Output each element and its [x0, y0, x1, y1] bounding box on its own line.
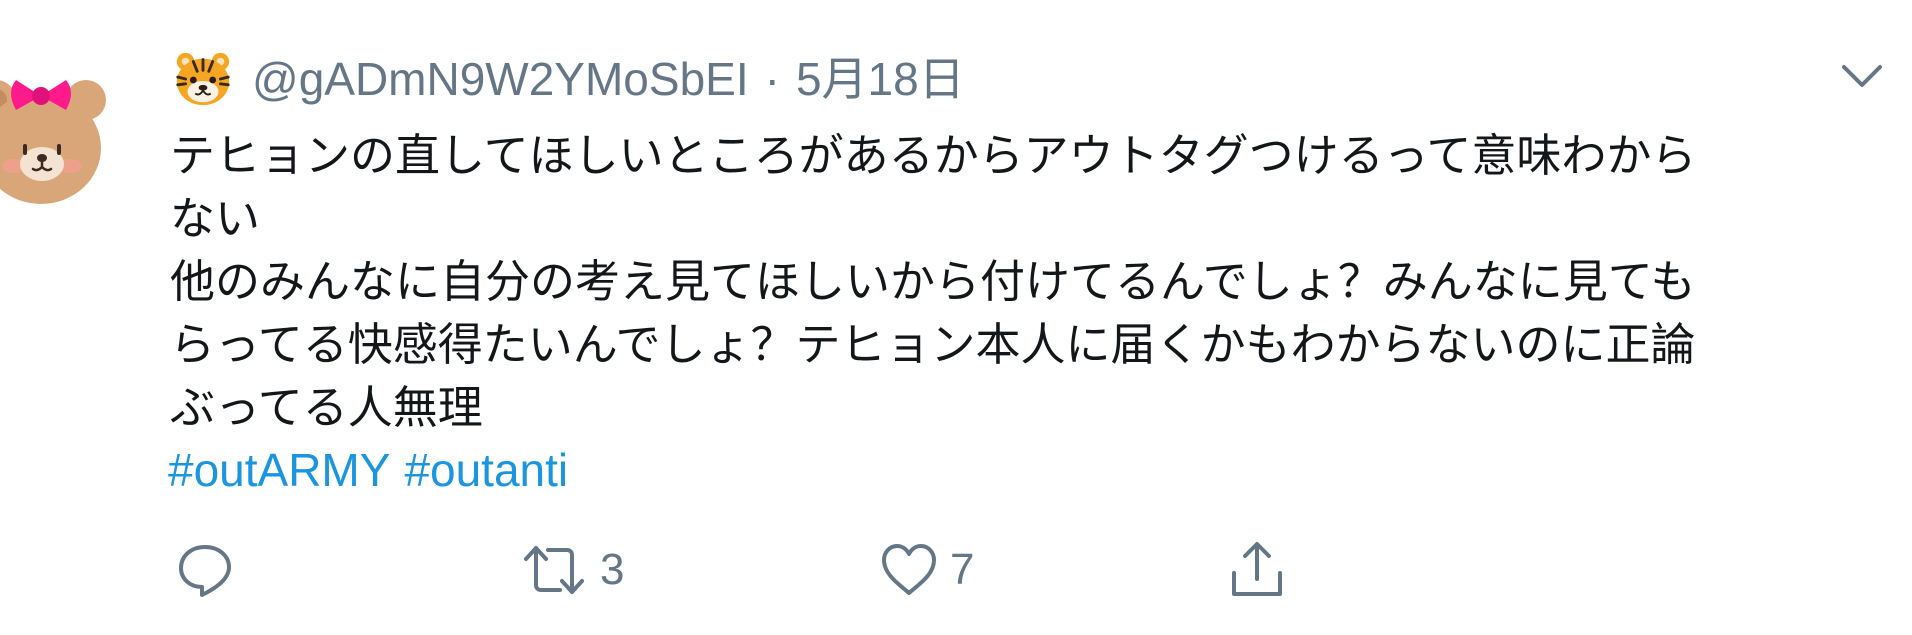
like-button[interactable]: 7 — [878, 538, 974, 602]
tweet-header: @gADmN9W2YMoSbEI · 5月18日 — [172, 44, 965, 114]
tweet-text-line: ない — [170, 192, 261, 245]
reply-icon — [179, 545, 231, 597]
tweet-menu-button[interactable] — [1838, 52, 1886, 100]
hashtag-link[interactable]: #outARMY — [168, 444, 390, 496]
chevron-down-icon — [1842, 65, 1882, 87]
hashtag-link[interactable]: #outanti — [404, 444, 568, 496]
tiger-face-icon — [176, 52, 230, 106]
retweet-button[interactable]: 3 — [518, 538, 624, 602]
retweet-count: 3 — [600, 545, 625, 594]
separator-dot: · — [764, 53, 780, 105]
avatar[interactable] — [0, 66, 116, 216]
tweet-text-line: らってる快感得たいんでしょ？テヒョン本人に届くかもわからないのに正論 — [170, 318, 1696, 371]
retweet-icon — [524, 546, 584, 594]
user-handle[interactable]: @gADmN9W2YMoSbEI — [252, 56, 749, 102]
hashtag-list: #outARMY #outanti — [168, 440, 568, 500]
tweet-text-line: テヒョンの直してほしいところがあるからアウトタグつけるって意味わから — [170, 129, 1697, 182]
tweet-text-line: 他のみんなに自分の考え見てほしいから付けてるんでしょ？みんなに見ても — [170, 255, 1696, 308]
like-count: 7 — [950, 545, 975, 594]
heart-icon — [882, 544, 936, 595]
share-button[interactable] — [1226, 538, 1298, 602]
share-icon — [1232, 542, 1282, 596]
bear-with-pink-bow-avatar-icon — [0, 80, 106, 204]
tweet-actions: 3 7 — [0, 538, 1912, 602]
tweet-text-line: ぶってる人無理 — [170, 381, 483, 434]
reply-button[interactable] — [174, 538, 246, 602]
tweet-date[interactable]: 5月18日 — [796, 56, 965, 102]
tweet[interactable]: @gADmN9W2YMoSbEI · 5月18日 テヒョンの直してほしいところが… — [0, 0, 1912, 635]
tweet-text: テヒョンの直してほしいところがあるからアウトタグつけるって意味わから ない 他の… — [170, 124, 1900, 439]
